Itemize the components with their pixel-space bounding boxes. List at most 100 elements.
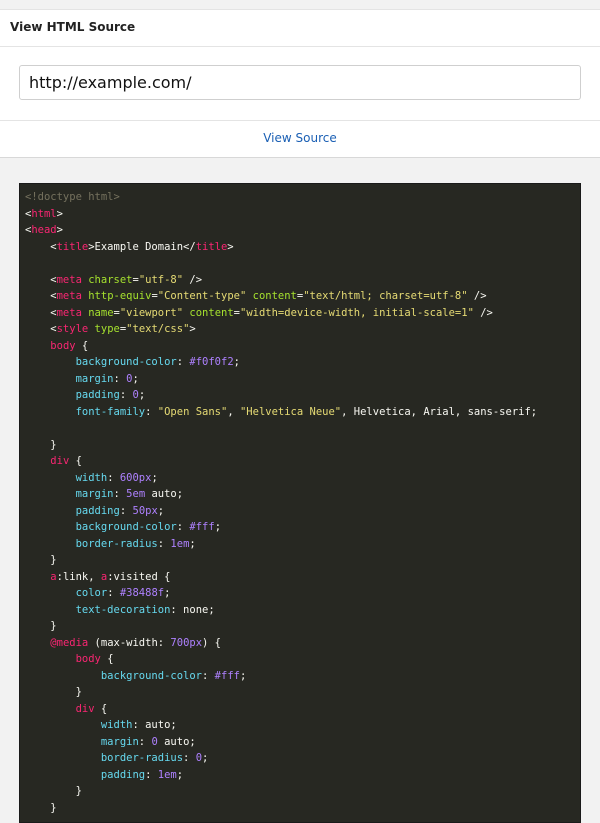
- code-token: ;: [132, 372, 139, 385]
- code-token: margin: [75, 488, 114, 500]
- code-token: : none;: [170, 603, 215, 616]
- code-line: border-radius: 1em;: [25, 536, 580, 553]
- code-token: <: [25, 240, 57, 253]
- url-input[interactable]: [19, 65, 581, 100]
- code-token: ;: [176, 768, 184, 781]
- code-token: auto;: [157, 735, 196, 748]
- code-token: 1em: [157, 768, 177, 781]
- action-bar: View Source: [0, 120, 600, 158]
- code-line: background-color: #fff;: [25, 519, 580, 536]
- code-token: {: [100, 653, 114, 665]
- code-token: ) {: [202, 636, 221, 649]
- view-source-button[interactable]: View Source: [263, 131, 337, 145]
- code-line: body {: [25, 651, 580, 668]
- url-section: [0, 47, 600, 120]
- code-token: text-decoration: [75, 603, 171, 616]
- code-token: border-radius: [100, 752, 184, 764]
- code-line: padding: 50px;: [25, 503, 580, 520]
- code-token: title: [195, 240, 228, 253]
- code-token: :: [176, 521, 190, 533]
- code-token: : auto;: [132, 719, 177, 731]
- code-token: />: [183, 273, 203, 286]
- code-token: :: [138, 735, 152, 748]
- code-line: div {: [25, 701, 580, 718]
- code-token: content: [189, 306, 234, 319]
- code-token: :: [176, 356, 190, 368]
- code-token: >: [56, 207, 63, 220]
- code-token: :: [119, 504, 133, 517]
- code-token: }: [25, 554, 57, 566]
- code-token: ;: [189, 537, 196, 550]
- code-token: ;: [233, 356, 240, 368]
- code-line: <meta http-equiv="Content-type" content=…: [25, 288, 580, 305]
- code-token: margin: [100, 735, 139, 748]
- code-token: meta: [56, 273, 82, 286]
- code-line: body {: [25, 338, 580, 355]
- code-line: <head>: [25, 222, 580, 239]
- code-line: width: 600px;: [25, 470, 580, 487]
- code-line: a:link, a:visited {: [25, 569, 580, 586]
- code-token: border-radius: [75, 537, 158, 550]
- code-token: "Content-type": [157, 290, 247, 302]
- code-token: html: [31, 207, 57, 220]
- code-token: :: [113, 372, 127, 385]
- code-token: "text/html; charset=utf-8": [303, 290, 468, 302]
- code-line: background-color: #fff;: [25, 668, 580, 685]
- code-token: :: [157, 537, 171, 550]
- source-code: <!doctype html> <html> <head> <title>Examp…: [20, 184, 580, 816]
- code-token: name: [88, 306, 114, 319]
- code-token: />: [467, 290, 487, 302]
- code-token: >: [56, 224, 63, 236]
- code-line: <html>: [25, 206, 580, 223]
- code-token: ;: [151, 471, 158, 484]
- code-token: ,: [227, 405, 240, 418]
- code-token: "viewport": [119, 306, 184, 319]
- code-token: color: [75, 587, 108, 599]
- code-token: ;: [138, 389, 146, 401]
- code-token: :visited {: [107, 570, 171, 583]
- code-token: ;: [214, 521, 222, 533]
- code-token: #f0f0f2: [189, 356, 234, 368]
- code-token: content: [252, 290, 297, 302]
- code-line: border-radius: 0;: [25, 750, 580, 767]
- code-token: :: [113, 488, 127, 500]
- code-line: margin: 0 auto;: [25, 734, 580, 751]
- source-code-panel[interactable]: <!doctype html> <html> <head> <title>Examp…: [19, 183, 581, 823]
- code-token: :: [107, 471, 120, 484]
- code-token: 600px: [119, 471, 152, 484]
- code-token: "Helvetica Neue": [239, 405, 342, 418]
- code-token: />: [473, 306, 493, 319]
- code-token: "text/css": [126, 323, 190, 335]
- code-token: title: [56, 240, 89, 253]
- code-token: <!doctype html>: [25, 191, 120, 203]
- code-token: width: [75, 471, 108, 484]
- code-token: :: [145, 768, 158, 781]
- page-title: View HTML Source: [10, 20, 136, 34]
- code-token: #38488f: [119, 587, 165, 599]
- code-line: padding: 0;: [25, 387, 580, 404]
- code-token: meta: [56, 306, 82, 319]
- code-line: <title>Example Domain</title>: [25, 239, 580, 256]
- code-line: padding: 1em;: [25, 767, 580, 784]
- code-token: padding: [75, 389, 120, 401]
- code-token: {: [94, 702, 108, 715]
- code-token: :: [145, 405, 158, 418]
